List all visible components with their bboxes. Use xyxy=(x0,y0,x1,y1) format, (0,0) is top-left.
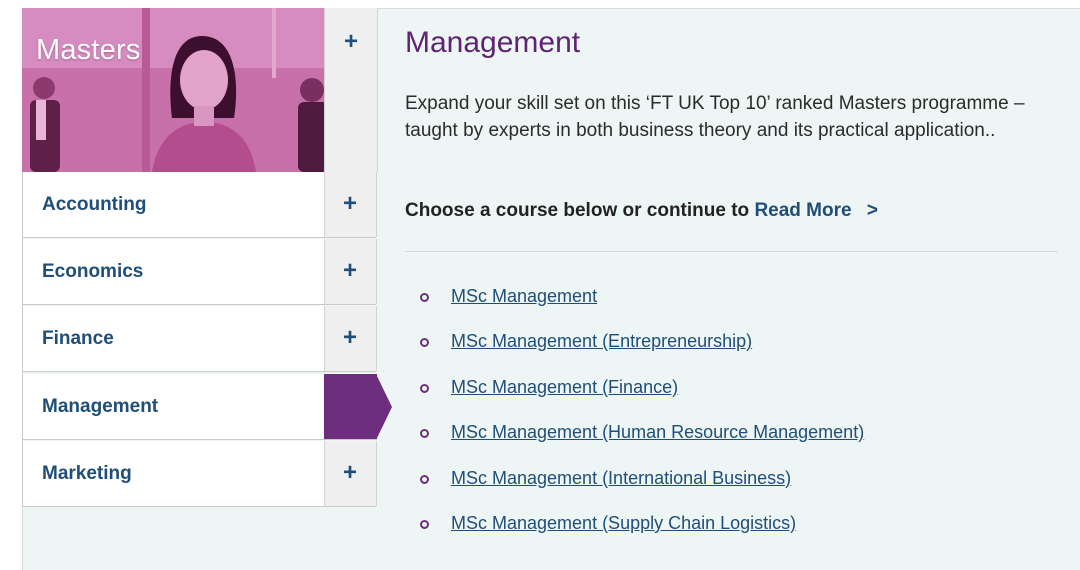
sidebar-item-management[interactable]: Management xyxy=(22,374,392,440)
sidebar-item-economics[interactable]: Economics + xyxy=(22,239,377,305)
choose-text: Choose a course below or continue to xyxy=(405,200,750,221)
accounting-expand-button[interactable]: + xyxy=(324,172,377,237)
section-title: Management xyxy=(405,26,581,59)
sidebar-item-label: Economics xyxy=(42,261,144,282)
course-link[interactable]: MSc Management (Supply Chain Logistics) xyxy=(451,513,796,534)
plus-icon: + xyxy=(343,28,358,55)
sidebar-item-marketing[interactable]: Marketing + xyxy=(22,441,377,507)
finance-expand-button[interactable]: + xyxy=(324,306,377,371)
hero-title: Masters xyxy=(36,34,141,66)
course-link[interactable]: MSc Management (Human Resource Managemen… xyxy=(451,422,864,443)
plus-icon: + xyxy=(342,190,357,217)
bullet-icon xyxy=(420,519,429,529)
plus-icon: + xyxy=(342,324,357,351)
marketing-expand-button[interactable]: + xyxy=(324,441,377,506)
bullet-icon xyxy=(420,383,429,393)
read-more-link[interactable]: Read More xyxy=(754,200,851,221)
management-active-indicator[interactable] xyxy=(324,374,377,439)
sidebar-item-label: Management xyxy=(42,396,159,417)
course-link[interactable]: MSc Management (Entrepreneurship) xyxy=(451,331,752,352)
course-link[interactable]: MSc Management (International Business) xyxy=(451,468,791,489)
chevron-right-icon[interactable]: > xyxy=(867,200,878,221)
choose-course-prompt: Choose a course below or continue to Rea… xyxy=(405,200,878,222)
hero-photo xyxy=(22,8,324,172)
course-link[interactable]: MSc Management xyxy=(451,286,597,307)
masters-expand-button[interactable]: + xyxy=(324,8,378,172)
economics-expand-button[interactable]: + xyxy=(324,239,377,304)
sidebar-item-label: Accounting xyxy=(42,194,147,215)
active-arrow-icon xyxy=(376,374,392,440)
sidebar-item-label: Finance xyxy=(42,328,114,349)
plus-icon: + xyxy=(342,459,357,486)
bullet-icon xyxy=(420,293,429,302)
plus-icon: + xyxy=(342,257,357,284)
section-description: Expand your skill set on this ‘FT UK Top… xyxy=(405,93,1025,141)
course-link[interactable]: MSc Management (Finance) xyxy=(451,377,678,398)
bullet-icon xyxy=(420,474,429,484)
masters-hero-image: Masters xyxy=(22,8,324,172)
sidebar-item-accounting[interactable]: Accounting + xyxy=(22,172,377,238)
divider xyxy=(405,251,1058,252)
sidebar-item-finance[interactable]: Finance + xyxy=(22,306,377,372)
sidebar-item-label: Marketing xyxy=(42,463,132,484)
